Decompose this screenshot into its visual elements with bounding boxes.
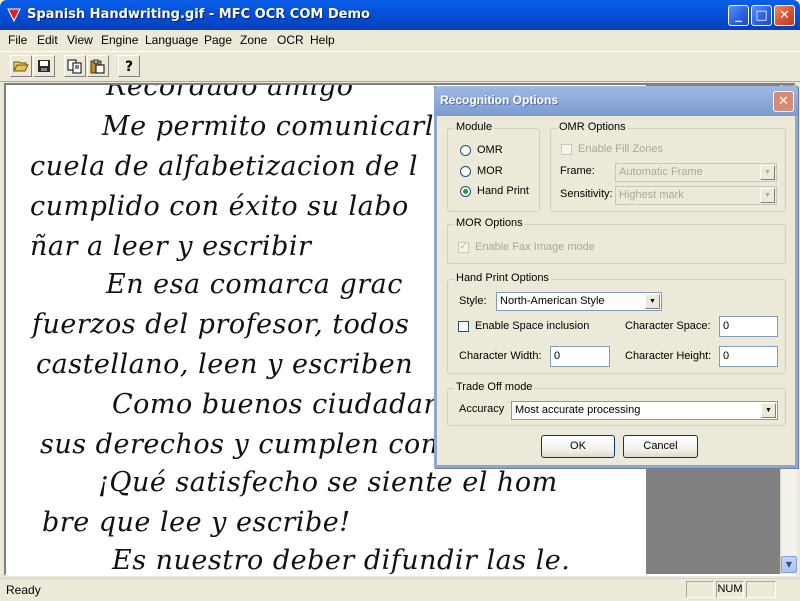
accuracy-value: Most accurate processing [515,404,641,416]
hand-print-radio-label[interactable]: Hand Print [477,185,529,197]
text-line: Recordado amigo [106,85,354,102]
character-width-label: Character Width: [459,350,542,362]
enable-fill-zones-label: Enable Fill Zones [578,143,663,155]
ok-button[interactable]: OK [541,435,615,458]
dialog-title: Recognition Options [440,93,558,107]
open-button[interactable] [10,55,32,77]
text-line: castellano, leen y escriben [36,349,414,380]
sensitivity-value: Highest mark [619,189,684,201]
omr-radio-label[interactable]: OMR [477,144,503,156]
minimize-button[interactable]: _ [728,5,749,26]
module-group: Module OMR MOR Hand Print [447,121,540,212]
toolbar: ? [0,51,800,82]
sensitivity-label: Sensitivity: [560,188,613,200]
trade-off-group: Trade Off mode Accuracy Most accurate pr… [447,381,786,426]
chevron-down-icon: ▼ [760,188,775,203]
menu-file[interactable]: File [8,33,27,47]
close-button[interactable]: ✕ [774,5,795,26]
text-line: fuerzos del profesor, todos [32,309,410,340]
open-folder-icon [13,61,29,72]
menu-page[interactable]: Page [204,33,232,47]
menu-engine[interactable]: Engine [101,33,138,47]
omr-radio[interactable] [460,145,471,156]
status-bar: Ready NUM [0,578,800,601]
paste-icon [90,59,105,73]
menu-language[interactable]: Language [145,33,198,47]
frame-value: Automatic Frame [619,166,703,178]
mor-radio[interactable] [460,166,471,177]
character-height-label: Character Height: [625,350,712,362]
menu-help[interactable]: Help [310,33,335,47]
cancel-button[interactable]: Cancel [623,435,698,458]
text-line: Como buenos ciudadar [112,389,437,420]
scroll-down-icon[interactable]: ▼ [781,556,797,573]
dialog-close-button[interactable]: ✕ [773,91,794,112]
accuracy-label: Accuracy [459,403,505,415]
sensitivity-select[interactable]: Highest mark ▼ [615,186,777,205]
trade-off-label: Trade Off mode [454,381,535,393]
style-value: North-American Style [500,295,605,307]
chevron-down-icon: ▼ [761,403,776,418]
menu-bar: File Edit View Engine Language Page Zone… [0,30,800,50]
hand-print-options-group: Hand Print Options Style: North-American… [447,272,786,374]
window-title: Spanish Handwriting.gif - MFC OCR COM De… [27,7,370,22]
character-space-label: Character Space: [625,320,711,332]
app-icon [7,8,21,23]
text-line: ¡Qué satisfecho se siente el hom [98,467,558,498]
recognition-options-dialog: Recognition Options ✕ Module OMR MOR Han… [434,86,798,468]
dialog-title-bar[interactable]: Recognition Options ✕ [434,86,798,116]
help-icon: ? [125,59,133,74]
mor-options-group: MOR Options ✓ Enable Fax Image mode [447,217,786,264]
menu-ocr[interactable]: OCR [277,33,304,47]
frame-label: Frame: [560,165,595,177]
mor-options-label: MOR Options [454,217,525,229]
text-line: bre que lee y escribe! [42,507,351,538]
title-bar[interactable]: Spanish Handwriting.gif - MFC OCR COM De… [0,0,800,30]
character-space-input[interactable]: 0 [719,316,778,337]
enable-fax-mode-checkbox[interactable]: ✓ [458,242,469,253]
mor-radio-label[interactable]: MOR [477,165,503,177]
svg-text:?: ? [125,59,133,74]
omr-options-label: OMR Options [557,121,628,133]
help-button[interactable]: ? [118,55,140,77]
style-label: Style: [459,295,487,307]
chevron-down-icon: ▼ [760,165,775,180]
maximize-button[interactable]: □ [751,5,772,26]
omr-options-group: OMR Options Enable Fill Zones Frame: Aut… [550,121,786,212]
menu-zone[interactable]: Zone [240,33,267,47]
text-line: ñar a leer y escribir [30,231,312,262]
character-height-input[interactable]: 0 [719,346,778,367]
status-pane [746,581,776,598]
menu-edit[interactable]: Edit [37,33,58,47]
module-group-label: Module [454,121,495,133]
num-lock-indicator: NUM [716,581,744,598]
text-line: En esa comarca grac [106,269,403,300]
accuracy-select[interactable]: Most accurate processing ▼ [511,401,778,420]
text-line: cuela de alfabetizacion de l [30,151,419,182]
save-icon [38,60,50,72]
style-select[interactable]: North-American Style ▼ [496,292,662,311]
enable-fill-zones-checkbox[interactable] [561,144,572,155]
enable-space-inclusion-label: Enable Space inclusion [475,320,590,332]
status-text: Ready [6,583,41,597]
frame-select[interactable]: Automatic Frame ▼ [615,163,777,182]
text-line: cumplido con éxito su labo [30,191,409,222]
copy-button[interactable] [64,55,86,77]
character-width-input[interactable]: 0 [550,346,610,367]
text-line: Es nuestro deber difundir las le. [112,545,571,574]
chevron-down-icon: ▼ [645,294,660,309]
save-button[interactable] [33,55,55,77]
menu-view[interactable]: View [67,33,93,47]
enable-space-inclusion-checkbox[interactable] [458,321,469,332]
status-pane [686,581,714,598]
copy-icon [67,59,82,73]
hand-print-options-label: Hand Print Options [454,272,551,284]
text-line: sus derechos y cumplen con [40,429,439,460]
enable-fax-mode-label: Enable Fax Image mode [475,241,595,253]
paste-button[interactable] [87,55,109,77]
hand-print-radio[interactable] [460,186,471,197]
text-line: Me permito comunicarl [102,111,434,142]
